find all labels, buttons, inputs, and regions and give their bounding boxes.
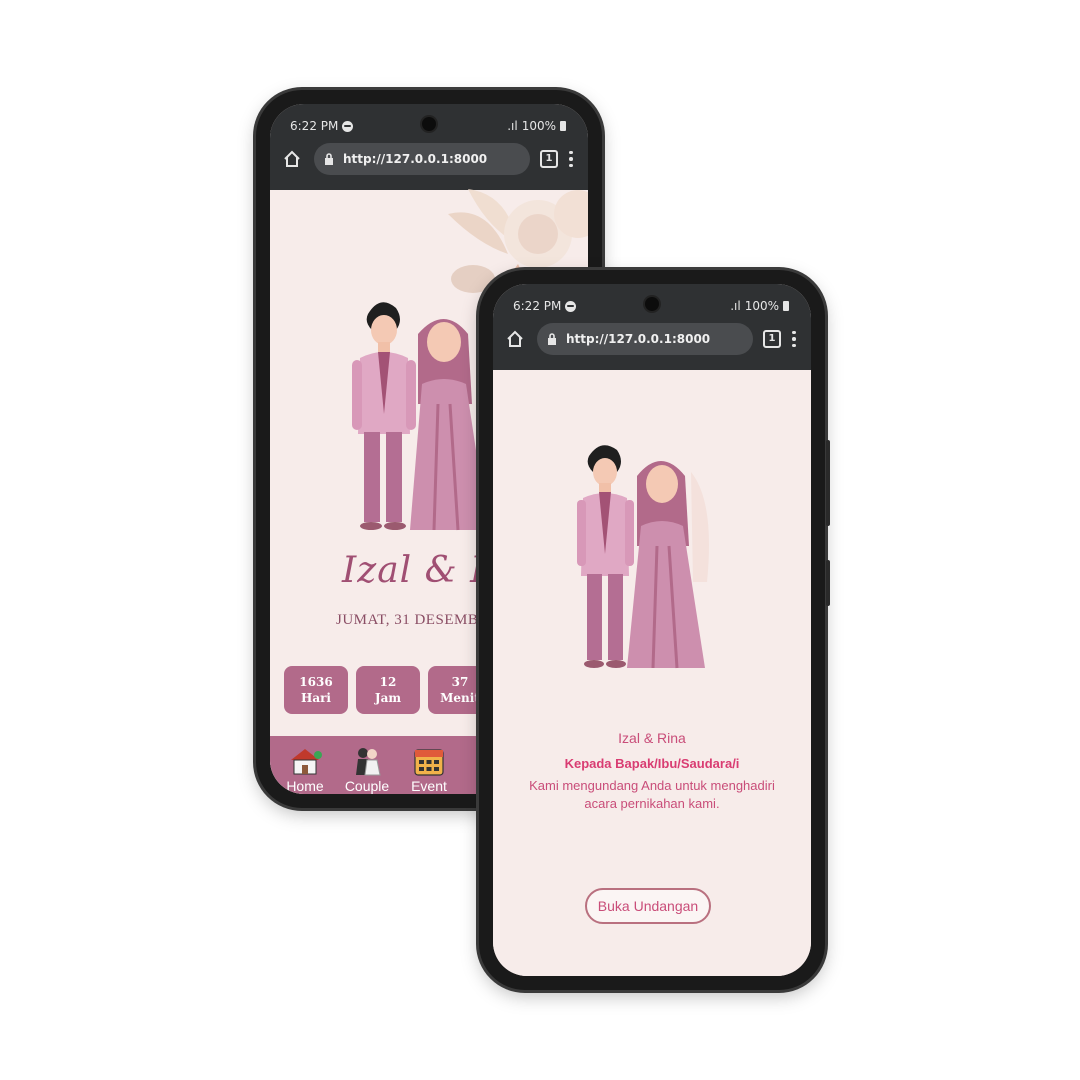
tab-count-button[interactable]: 1 bbox=[763, 330, 781, 348]
power-button bbox=[826, 440, 830, 526]
battery-icon bbox=[560, 121, 566, 131]
event-date: JUMAT, 31 DESEMBER bbox=[336, 612, 499, 628]
couple-illustration bbox=[577, 445, 709, 669]
invitation-message: Kami mengundang Anda untuk menghadiri ac… bbox=[529, 778, 775, 811]
couple-name: Izal & Rina bbox=[618, 730, 686, 746]
battery-icon bbox=[783, 301, 789, 311]
nav-item-couple[interactable]: Couple bbox=[342, 744, 392, 794]
url-bar[interactable]: http://127.0.0.1:8000 bbox=[537, 323, 753, 355]
nav-item-home[interactable]: Home bbox=[280, 744, 330, 794]
browser-chrome: 6:22 PM .ıl 100% http://127.0.0.1:8000 1 bbox=[493, 284, 811, 370]
calendar-icon bbox=[411, 744, 447, 778]
house-icon bbox=[287, 744, 323, 778]
kebab-menu-icon[interactable] bbox=[568, 150, 574, 168]
url-text: http://127.0.0.1:8000 bbox=[343, 152, 488, 166]
guest-label: Kepada Bapak/Ibu/Saudara/i bbox=[564, 756, 740, 771]
lock-icon bbox=[324, 152, 336, 166]
home-icon[interactable] bbox=[503, 327, 527, 351]
front-camera bbox=[645, 297, 659, 311]
status-time: 6:22 PM bbox=[513, 299, 562, 313]
browser-toolbar: http://127.0.0.1:8000 1 bbox=[280, 142, 574, 176]
url-text: http://127.0.0.1:8000 bbox=[566, 332, 711, 346]
invitation-text: Izal & Rina Kepada Bapak/Ibu/Saudara/i K… bbox=[493, 730, 811, 813]
url-bar[interactable]: http://127.0.0.1:8000 bbox=[314, 143, 530, 175]
bride-figure bbox=[627, 461, 709, 669]
signal-icon: .ıl bbox=[507, 119, 518, 133]
lock-icon bbox=[547, 332, 559, 346]
groom-figure bbox=[577, 445, 634, 668]
front-camera bbox=[422, 117, 436, 131]
countdown-hours: 12 Jam bbox=[356, 666, 420, 714]
spotify-icon bbox=[565, 300, 577, 312]
battery-text: 100% bbox=[744, 299, 779, 313]
browser-chrome: 6:22 PM .ıl 100% http://127.0.0.1:8000 1 bbox=[270, 104, 588, 190]
front-screen: 6:22 PM .ıl 100% http://127.0.0.1:8000 1… bbox=[493, 284, 811, 976]
browser-toolbar: http://127.0.0.1:8000 1 bbox=[503, 322, 797, 356]
spotify-icon bbox=[342, 120, 354, 132]
signal-icon: .ıl bbox=[730, 299, 741, 313]
couple-icon bbox=[349, 744, 385, 778]
front-content: Izal & Rina Kepada Bapak/Ibu/Saudara/i K… bbox=[493, 370, 811, 976]
tab-count-button[interactable]: 1 bbox=[540, 150, 558, 168]
open-invitation-button[interactable]: Buka Undangan bbox=[585, 888, 711, 924]
battery-text: 100% bbox=[521, 119, 556, 133]
volume-button bbox=[826, 560, 830, 606]
countdown: 1636 Hari 12 Jam 37 Menit bbox=[284, 666, 492, 714]
groom-figure bbox=[352, 302, 416, 530]
nav-item-event[interactable]: Event bbox=[404, 744, 454, 794]
phone-front: 6:22 PM .ıl 100% http://127.0.0.1:8000 1… bbox=[479, 270, 830, 990]
kebab-menu-icon[interactable] bbox=[791, 330, 797, 348]
bride-figure bbox=[410, 319, 488, 531]
status-time: 6:22 PM bbox=[290, 119, 339, 133]
countdown-days: 1636 Hari bbox=[284, 666, 348, 714]
home-icon[interactable] bbox=[280, 147, 304, 171]
